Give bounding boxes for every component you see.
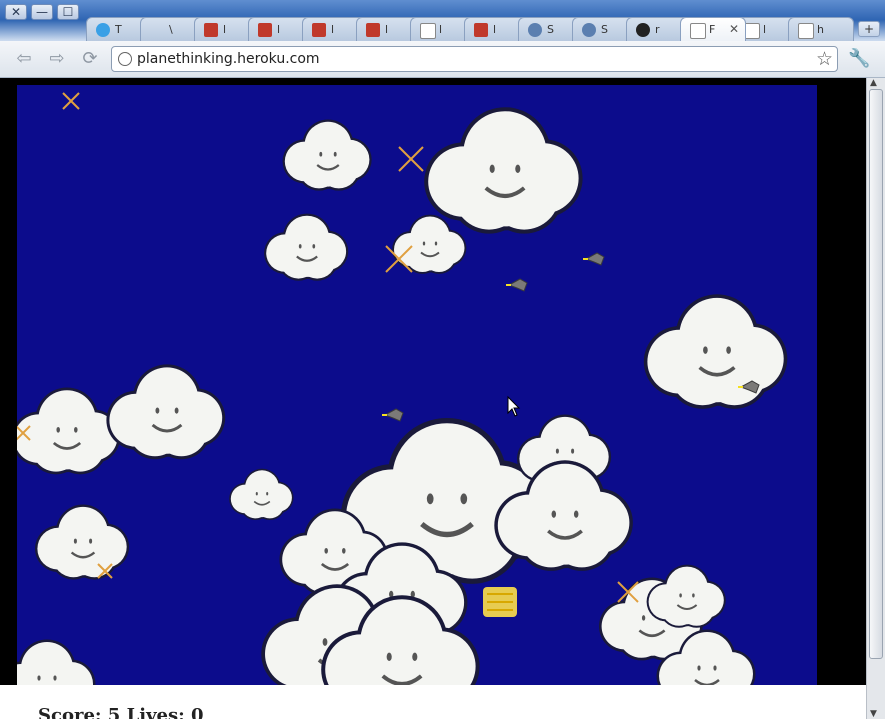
tab-title: T bbox=[115, 23, 122, 36]
tab-title: l bbox=[277, 23, 281, 36]
page-content: Score: 5 Lives: 0 bbox=[0, 78, 866, 719]
smiling-cloud bbox=[643, 294, 788, 409]
globe-icon bbox=[582, 23, 596, 37]
enemy-plane bbox=[506, 278, 528, 292]
window-close-button[interactable]: ✕ bbox=[5, 4, 27, 20]
mouse-cursor-icon bbox=[507, 395, 521, 417]
smiling-cloud bbox=[35, 504, 130, 580]
twitter-bird-icon bbox=[96, 23, 110, 37]
tab-title: l bbox=[385, 23, 389, 36]
window-maximize-button[interactable]: ☐ bbox=[57, 4, 79, 20]
tab-close-icon[interactable]: ✕ bbox=[729, 22, 739, 36]
scroll-down-arrow-icon[interactable]: ▼ bbox=[870, 709, 877, 719]
smiling-cloud bbox=[282, 119, 372, 191]
smiling-cloud bbox=[264, 213, 349, 281]
tab-strip: T \ l l l l l l S Sr F ✕ l h bbox=[86, 17, 885, 41]
address-bar[interactable]: ☆ bbox=[111, 46, 838, 72]
tab-title: l bbox=[763, 23, 767, 36]
tab-title: S bbox=[547, 23, 554, 36]
ld48-logo-icon bbox=[474, 23, 488, 37]
page-icon bbox=[744, 23, 760, 39]
smiling-cloud bbox=[229, 468, 294, 521]
new-tab-button[interactable]: + bbox=[858, 21, 880, 37]
smiling-cloud bbox=[106, 364, 226, 460]
star-icon[interactable]: ☆ bbox=[816, 48, 833, 70]
enemy-plane bbox=[382, 408, 404, 422]
tab-title: h bbox=[817, 23, 824, 36]
bonus-sprite bbox=[483, 587, 517, 617]
scroll-up-arrow-icon[interactable]: ▲ bbox=[870, 78, 877, 88]
globe-icon bbox=[528, 23, 542, 37]
game-canvas[interactable] bbox=[17, 85, 817, 685]
smiling-cloud bbox=[392, 214, 467, 274]
smiling-cloud bbox=[424, 107, 583, 234]
sparkle-star bbox=[398, 146, 424, 172]
smiling-cloud bbox=[646, 564, 726, 628]
smiling-cloud bbox=[17, 639, 96, 685]
wrench-icon[interactable]: 🔧 bbox=[848, 48, 870, 69]
scrollbar-thumb[interactable] bbox=[869, 89, 883, 659]
browser-tab[interactable]: F ✕ bbox=[680, 17, 746, 41]
tab-title: l bbox=[223, 23, 227, 36]
smiling-cloud bbox=[17, 387, 121, 475]
github-icon bbox=[636, 23, 650, 37]
url-input[interactable] bbox=[137, 49, 797, 69]
forward-arrow-icon[interactable]: ⇨ bbox=[45, 48, 69, 70]
tab-title: \ bbox=[169, 23, 173, 36]
gs-logo-icon bbox=[312, 23, 326, 37]
tab-title: F bbox=[709, 23, 716, 36]
back-arrow-icon[interactable]: ⇦ bbox=[12, 48, 36, 70]
globe-icon bbox=[118, 52, 132, 66]
tab-title: l bbox=[439, 23, 443, 36]
tab-title: S bbox=[601, 23, 608, 36]
tab-title: r bbox=[655, 23, 660, 36]
score-lives-text: Score: 5 Lives: 0 bbox=[38, 705, 204, 719]
status-area: Score: 5 Lives: 0 bbox=[0, 685, 866, 719]
page-icon bbox=[420, 23, 436, 39]
sparkle-star bbox=[62, 92, 80, 110]
vertical-scrollbar[interactable]: ▲ ▼ bbox=[866, 78, 885, 719]
enemy-plane bbox=[583, 252, 605, 266]
ld48-logo-icon bbox=[366, 23, 380, 37]
tab-title: l bbox=[493, 23, 497, 36]
gs-logo-icon bbox=[204, 23, 218, 37]
page-icon bbox=[798, 23, 814, 39]
navigation-toolbar: ⇦ ⇨ ⟳ ☆ 🔧 bbox=[0, 41, 885, 78]
tab-title: l bbox=[331, 23, 335, 36]
gs-logo-icon bbox=[258, 23, 272, 37]
page-icon bbox=[690, 23, 706, 39]
window-minimize-button[interactable]: — bbox=[31, 4, 53, 20]
browser-tab[interactable]: h bbox=[788, 17, 854, 41]
reload-icon[interactable]: ⟳ bbox=[78, 48, 102, 70]
page-margin bbox=[0, 78, 17, 719]
